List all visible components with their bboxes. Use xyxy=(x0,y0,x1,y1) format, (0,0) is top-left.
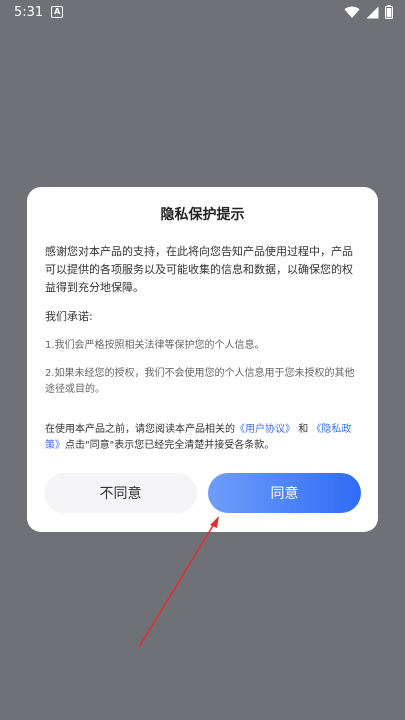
agreement-connector: 和 xyxy=(298,424,309,435)
wifi-icon xyxy=(344,6,360,18)
status-time: 5:31 xyxy=(14,4,44,20)
dialog-title: 隐私保护提示 xyxy=(160,207,245,223)
intro-text: 感谢您对本产品的支持，在此将向您告知产品使用过程中，产品可以提供的各项服务以及可… xyxy=(45,245,353,294)
notification-a-icon: A xyxy=(51,6,64,18)
user-agreement-link[interactable]: 《用户协议》 xyxy=(235,424,295,435)
agreement-text: 在使用本产品之前，请您阅读本产品相关的《用户协议》 和 《隐私政策》点击"同意"… xyxy=(45,422,360,454)
promise-item-2: 2.如果未经您的授权，我们不会使用您的个人信息用于您未授权的其他途径或目的。 xyxy=(45,368,355,395)
battery-icon xyxy=(385,5,393,19)
agree-button[interactable]: 同意 xyxy=(208,473,361,513)
agreement-suffix: 点击"同意"表示您已经完全清楚并接受各条款。 xyxy=(65,440,275,451)
dialog-buttons: 不同意 同意 xyxy=(44,473,361,513)
status-left: 5:31 A xyxy=(14,4,64,20)
signal-icon xyxy=(366,6,379,18)
agreement-prefix: 在使用本产品之前，请您阅读本产品相关的 xyxy=(45,424,235,435)
promise-heading: 我们承诺: xyxy=(45,310,93,323)
status-bar: 5:31 A xyxy=(0,0,405,24)
promise-item-1: 1.我们会严格按照相关法律等保护您的个人信息。 xyxy=(45,340,265,351)
privacy-dialog: 隐私保护提示 感谢您对本产品的支持，在此将向您告知产品使用过程中，产品可以提供的… xyxy=(27,187,378,532)
disagree-button[interactable]: 不同意 xyxy=(44,473,197,513)
status-right xyxy=(344,5,393,19)
